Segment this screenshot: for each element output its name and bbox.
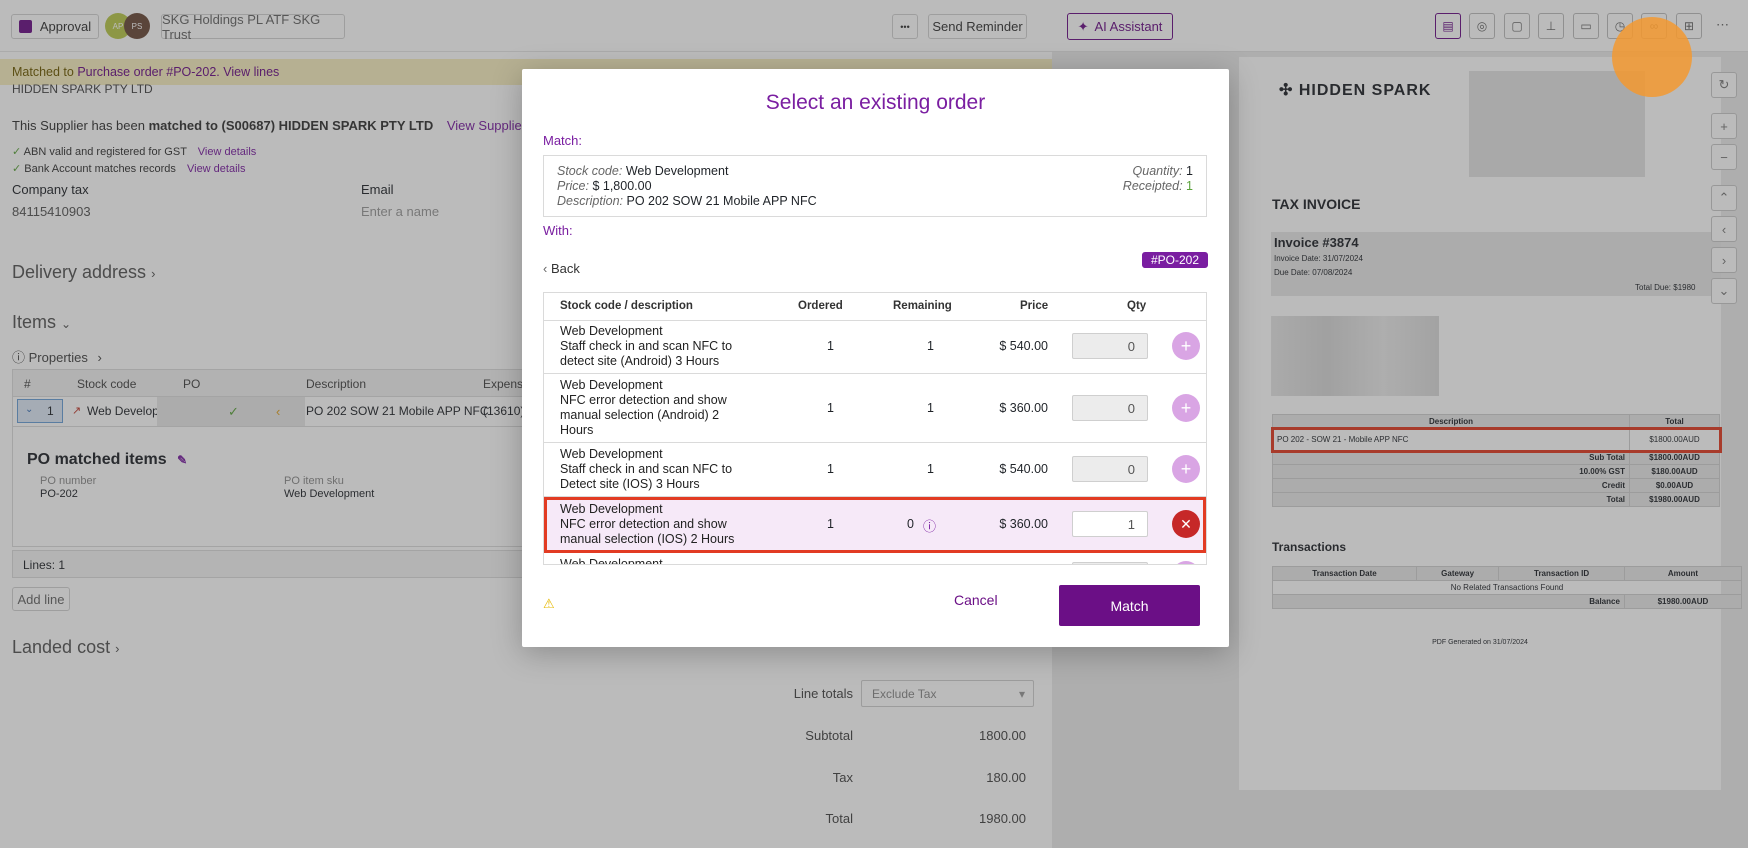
receipted-label: Receipted:: [1122, 179, 1183, 193]
qty-input[interactable]: [1072, 562, 1148, 564]
match-summary: Stock code: Web Development Price: $ 1,8…: [543, 155, 1207, 217]
row-desc-line: Detect site (IOS) 3 Hours: [560, 477, 700, 491]
description-value: PO 202 SOW 21 Mobile APP NFC: [626, 194, 817, 208]
row-description: Web Development Staff check in and scan …: [560, 447, 732, 492]
add-line-icon[interactable]: +: [1172, 332, 1200, 360]
row-code: Web Development: [560, 557, 663, 565]
row-description: Web Development Staff check in and scan …: [560, 324, 732, 369]
add-line-icon[interactable]: +: [1172, 394, 1200, 422]
qty-input[interactable]: 0: [1072, 456, 1148, 482]
row-code: Web Development: [560, 378, 663, 392]
back-button[interactable]: ‹ Back: [543, 261, 580, 276]
match-button[interactable]: Match: [1059, 585, 1200, 626]
row-description: Web Development NFC error detection and …: [560, 502, 734, 547]
po-badge: #PO-202: [1142, 252, 1208, 268]
qty-input[interactable]: 0: [1072, 333, 1148, 359]
row-desc-line: Staff check in and scan NFC to: [560, 339, 733, 353]
table-row[interactable]: Web Development Staff check in and scan …: [544, 321, 1206, 374]
row-desc-line: NFC error detection and show: [560, 517, 727, 531]
quantity-label: Quantity:: [1132, 164, 1183, 178]
back-label: Back: [550, 261, 580, 276]
description-label: Description:: [557, 194, 623, 208]
warning-icon: ⚠: [543, 596, 555, 611]
row-price: $ 360.00: [999, 517, 1048, 531]
match-label: Match:: [543, 133, 583, 148]
add-line-icon[interactable]: [1172, 561, 1200, 564]
row-price: $ 540.00: [999, 339, 1048, 353]
match-button-label: Match: [1110, 597, 1149, 614]
table-row[interactable]: Web Development: [544, 554, 1206, 565]
order-lines-table: Stock code / description Ordered Remaini…: [543, 292, 1207, 565]
row-ordered: 1: [827, 462, 834, 476]
info-icon[interactable]: ⓘ: [923, 516, 936, 535]
quantity-summary: Quantity: 1 Receipted: 1: [1123, 164, 1193, 194]
row-description: Web Development: [560, 557, 663, 565]
row-desc-line: manual selection (Android) 2: [560, 408, 720, 422]
col-remaining: Remaining: [893, 300, 952, 312]
row-code: Web Development: [560, 447, 663, 461]
chevron-left-icon: ‹: [543, 261, 548, 276]
row-ordered: 1: [827, 339, 834, 353]
row-remaining: 1: [927, 339, 934, 353]
qty-input[interactable]: 1: [1072, 511, 1148, 537]
stock-code-value: Web Development: [625, 164, 729, 178]
stock-code-label: Stock code:: [557, 164, 623, 178]
col-price: Price: [1020, 300, 1049, 312]
with-label: With:: [543, 223, 573, 238]
qty-input[interactable]: 0: [1072, 395, 1148, 421]
receipted-value: 1: [1186, 179, 1193, 193]
row-desc-line: detect site (Android) 3 Hours: [560, 354, 720, 368]
add-line-icon[interactable]: +: [1172, 455, 1200, 483]
col-ordered: Ordered: [798, 300, 843, 312]
row-desc-line: manual selection (IOS) 2 Hours: [560, 532, 735, 546]
row-remaining: 0: [907, 517, 914, 531]
row-ordered: 1: [827, 401, 834, 415]
table-row[interactable]: Web Development NFC error detection and …: [544, 375, 1206, 443]
dialog-title: Select an existing order: [765, 91, 986, 114]
cursor-highlight: [1612, 17, 1692, 97]
order-lines-header: Stock code / description Ordered Remaini…: [544, 293, 1206, 321]
row-price: $ 540.00: [999, 462, 1048, 476]
col-qty: Qty: [1127, 300, 1147, 312]
price-value: $ 1,800.00: [592, 179, 652, 193]
row-price: $ 360.00: [999, 401, 1048, 415]
remove-line-icon[interactable]: ✕: [1172, 510, 1200, 538]
table-row[interactable]: Web Development Staff check in and scan …: [544, 444, 1206, 497]
row-remaining: 1: [927, 462, 934, 476]
select-order-dialog: Select an existing order Match: Stock co…: [522, 69, 1229, 647]
row-desc-line: NFC error detection and show: [560, 393, 727, 407]
row-ordered: 1: [827, 517, 834, 531]
row-code: Web Development: [560, 324, 663, 338]
quantity-value: 1: [1186, 164, 1193, 178]
row-desc-line: Staff check in and scan NFC to: [560, 462, 733, 476]
price-label: Price:: [557, 179, 589, 193]
cancel-button[interactable]: Cancel: [954, 592, 998, 608]
table-row-selected[interactable]: Web Development NFC error detection and …: [544, 497, 1206, 553]
col-stock-description: Stock code / description: [560, 300, 693, 312]
row-desc-line: Hours: [560, 423, 594, 437]
row-code: Web Development: [560, 502, 663, 516]
row-description: Web Development NFC error detection and …: [560, 378, 727, 438]
row-remaining: 1: [927, 401, 934, 415]
